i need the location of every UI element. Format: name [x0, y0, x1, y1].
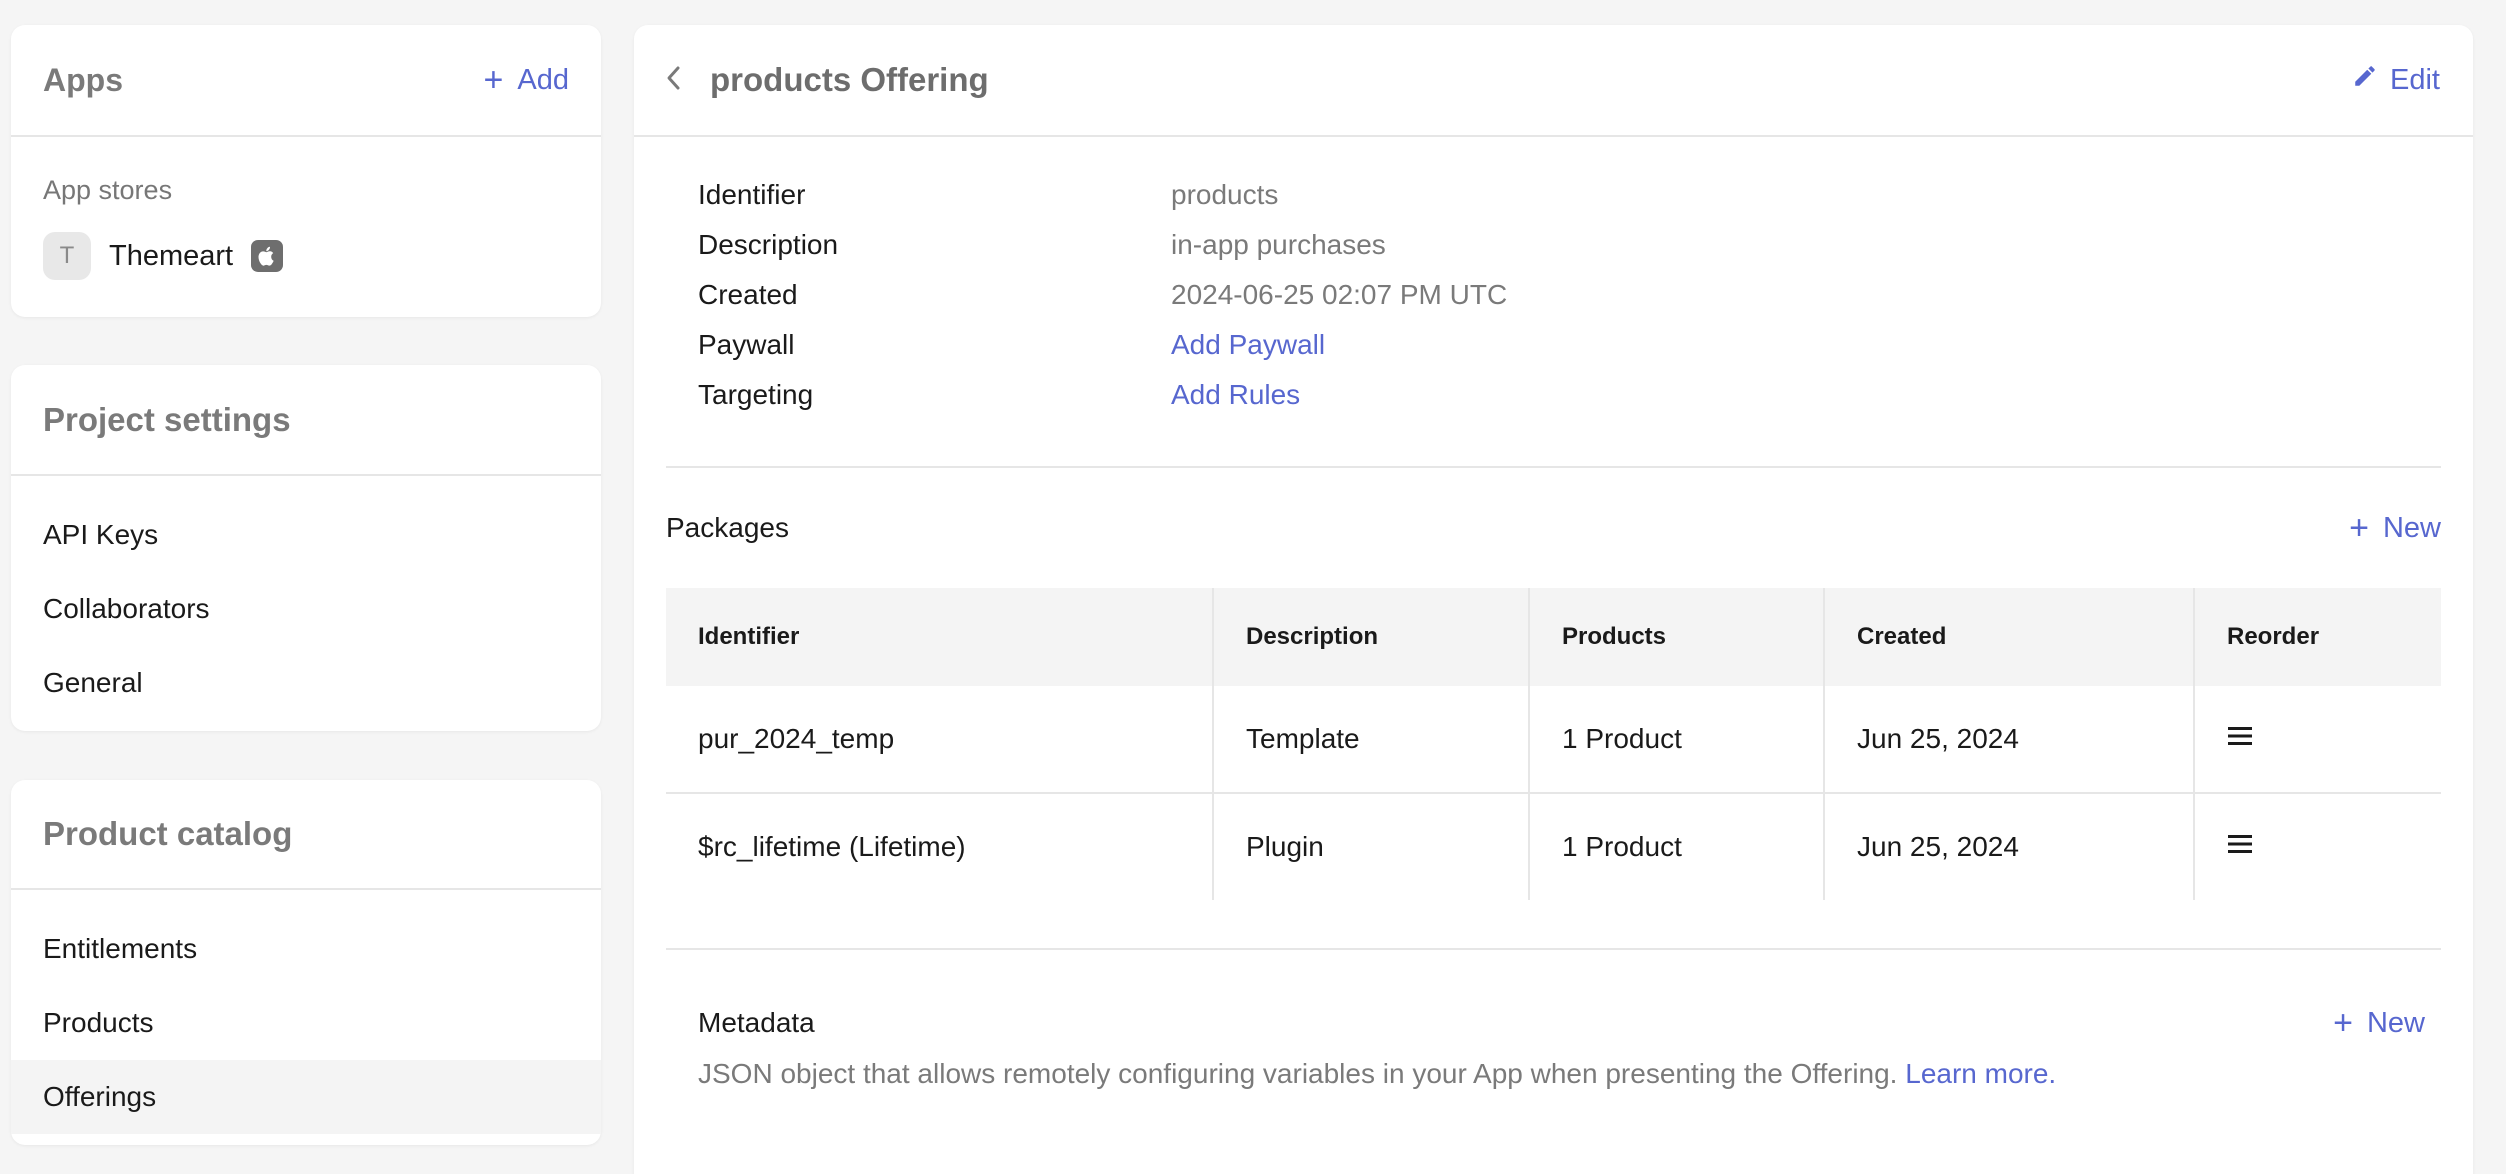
apple-icon [251, 240, 284, 272]
detail-key: Description [698, 229, 839, 260]
metadata-title: Metadata [698, 1007, 815, 1038]
new-metadata-label: New [2366, 1006, 2425, 1039]
table-row[interactable]: pur_2024_temp Template 1 Product Jun 25,… [666, 686, 2441, 794]
plus-icon: + [2333, 1004, 2353, 1042]
offering-details: Identifier products Description in-app p… [634, 137, 2473, 420]
app-item-themeart[interactable]: T Themeart [43, 232, 601, 280]
detail-value: 2024-06-25 02:07 PM UTC [1171, 279, 1508, 310]
apps-header: Apps + Add [11, 25, 601, 137]
cell-identifier: $rc_lifetime (Lifetime) [666, 793, 1214, 900]
avatar: T [43, 232, 91, 280]
project-settings-card: Project settings API Keys Collaborators … [11, 365, 601, 731]
detail-row-created: Created 2024-06-25 02:07 PM UTC [698, 270, 2473, 320]
pencil-icon [2352, 63, 2378, 97]
metadata-header: Metadata + New [698, 1006, 2441, 1040]
cell-description: Plugin [1213, 793, 1530, 900]
page-title: products Offering [710, 61, 989, 98]
project-settings-title: Project settings [43, 400, 291, 438]
edit-label: Edit [2390, 63, 2440, 96]
drag-handle-icon[interactable] [2227, 723, 2253, 754]
column-header-description: Description [1213, 588, 1530, 686]
apps-title: Apps [43, 61, 123, 98]
product-catalog-card: Product catalog Entitlements Products Of… [11, 780, 601, 1145]
sidebar-item-collaborators[interactable]: Collaborators [11, 572, 601, 646]
metadata-description-text: JSON object that allows remotely configu… [698, 1058, 1898, 1089]
cell-products: 1 Product [1529, 686, 1825, 794]
app-name: Themeart [109, 239, 234, 272]
app-stores-label: App stores [43, 175, 173, 205]
cell-identifier: pur_2024_temp [666, 686, 1214, 794]
project-settings-header: Project settings [11, 365, 601, 476]
add-app-button[interactable]: + Add [484, 63, 569, 97]
offering-header: products Offering Edit [634, 25, 2473, 137]
apps-card: Apps + Add App stores T Themeart [11, 25, 601, 317]
detail-row-description: Description in-app purchases [698, 220, 2473, 270]
sidebar-item-products[interactable]: Products [11, 986, 601, 1060]
cell-description: Template [1213, 686, 1530, 794]
sidebar-item-general[interactable]: General [11, 646, 601, 720]
column-header-reorder: Reorder [2194, 588, 2441, 686]
packages-title: Packages [666, 512, 789, 543]
cell-created: Jun 25, 2024 [1824, 793, 2195, 900]
sidebar-item-offerings[interactable]: Offerings [11, 1060, 601, 1134]
cell-created: Jun 25, 2024 [1824, 686, 2195, 794]
new-metadata-button[interactable]: + New [2333, 1006, 2425, 1040]
detail-value: in-app purchases [1171, 229, 1386, 260]
cell-products: 1 Product [1529, 793, 1825, 900]
product-catalog-header: Product catalog [11, 780, 601, 890]
detail-key: Paywall [698, 329, 795, 360]
detail-value: products [1171, 179, 1279, 210]
detail-key: Created [698, 279, 798, 310]
sidebar-item-entitlements[interactable]: Entitlements [11, 912, 601, 986]
detail-row-targeting: Targeting Add Rules [698, 370, 2473, 420]
packages-header: Packages + New [634, 468, 2473, 588]
plus-icon: + [483, 61, 504, 99]
plus-icon: + [2349, 509, 2369, 547]
edit-button[interactable]: Edit [2352, 63, 2440, 97]
product-catalog-title: Product catalog [43, 815, 293, 852]
new-package-label: New [2382, 511, 2441, 544]
cell-reorder [2194, 793, 2441, 900]
detail-key: Targeting [698, 379, 814, 410]
detail-key: Identifier [698, 179, 806, 210]
back-chevron-icon[interactable] [664, 64, 682, 97]
cell-reorder [2194, 686, 2441, 794]
metadata-description: JSON object that allows remotely configu… [698, 1058, 2441, 1090]
column-header-identifier: Identifier [666, 588, 1214, 686]
metadata-section: Metadata + New JSON object that allows r… [634, 950, 2473, 1090]
column-header-created: Created [1824, 588, 2195, 686]
project-settings-list: API Keys Collaborators General [11, 476, 601, 720]
add-app-label: Add [517, 63, 569, 96]
add-paywall-link[interactable]: Add Paywall [1171, 329, 1325, 361]
offering-detail-panel: products Offering Edit Identifier produc… [634, 25, 2473, 1174]
sidebar-item-api-keys[interactable]: API Keys [11, 498, 601, 572]
add-rules-link[interactable]: Add Rules [1171, 379, 1300, 411]
packages-table: Identifier Description Products Created … [666, 588, 2441, 900]
detail-row-paywall: Paywall Add Paywall [698, 320, 2473, 370]
table-header-row: Identifier Description Products Created … [666, 588, 2441, 686]
detail-row-identifier: Identifier products [698, 170, 2473, 220]
learn-more-link[interactable]: Learn more. [1905, 1058, 2056, 1089]
drag-handle-icon[interactable] [2227, 831, 2253, 862]
column-header-products: Products [1529, 588, 1825, 686]
new-package-button[interactable]: + New [2349, 511, 2441, 545]
table-row[interactable]: $rc_lifetime (Lifetime) Plugin 1 Product… [666, 793, 2441, 900]
product-catalog-list: Entitlements Products Offerings [11, 890, 601, 1134]
